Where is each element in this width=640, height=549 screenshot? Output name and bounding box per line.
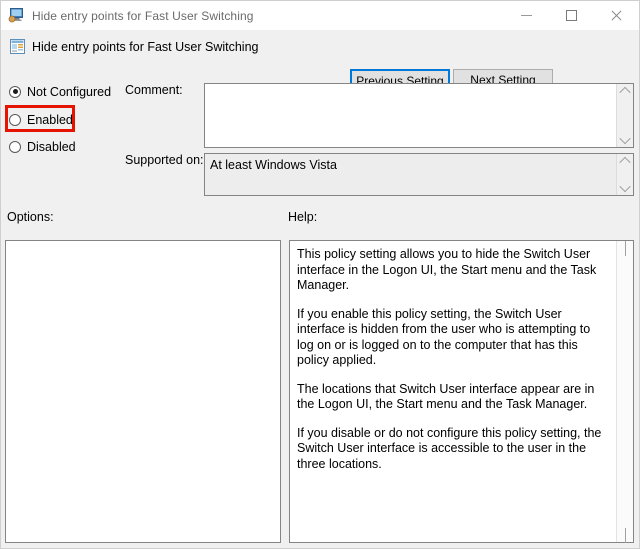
radio-disabled[interactable]: Disabled — [9, 138, 76, 155]
scroll-up-icon[interactable] — [617, 84, 633, 98]
radio-not-configured-label: Not Configured — [27, 85, 111, 99]
window-title: Hide entry points for Fast User Switchin… — [32, 9, 254, 23]
group-policy-setting-icon — [9, 38, 26, 55]
help-panel-text: This policy setting allows you to hide t… — [290, 241, 616, 542]
supported-on-value: At least Windows Vista — [205, 154, 616, 195]
maximize-icon — [566, 10, 577, 21]
scroll-up-icon[interactable] — [625, 241, 626, 255]
radio-enabled[interactable]: Enabled — [9, 111, 73, 128]
radio-not-configured[interactable]: Not Configured — [9, 83, 111, 100]
comment-scrollbar[interactable] — [616, 84, 633, 147]
scroll-down-icon[interactable] — [625, 528, 626, 542]
close-button[interactable] — [594, 1, 639, 30]
scroll-down-icon[interactable] — [617, 181, 633, 195]
close-icon — [611, 10, 622, 21]
supported-on-scrollbar[interactable] — [616, 154, 633, 195]
help-panel-scrollbar[interactable] — [616, 241, 633, 542]
policy-title: Hide entry points for Fast User Switchin… — [32, 40, 258, 54]
comment-label: Comment: — [125, 83, 183, 97]
group-policy-setting-window: Hide entry points for Fast User Switchin… — [0, 0, 640, 549]
options-label: Options: — [7, 210, 54, 224]
supported-on-label: Supported on: — [125, 153, 204, 167]
help-paragraph: If you enable this policy setting, the S… — [297, 307, 608, 369]
minimize-icon — [521, 10, 532, 21]
computer-monitor-icon — [8, 7, 25, 24]
radio-disabled-label: Disabled — [27, 140, 76, 154]
help-label: Help: — [288, 210, 317, 224]
help-panel: This policy setting allows you to hide t… — [289, 240, 634, 543]
help-paragraph: This policy setting allows you to hide t… — [297, 247, 608, 294]
radio-disabled-indicator[interactable] — [9, 141, 21, 153]
radio-enabled-label: Enabled — [27, 113, 73, 127]
maximize-button[interactable] — [549, 1, 594, 30]
supported-on-field: At least Windows Vista — [204, 153, 634, 196]
help-paragraph: If you disable or do not configure this … — [297, 426, 608, 473]
options-panel-content — [6, 241, 280, 542]
radio-enabled-indicator[interactable] — [9, 114, 21, 126]
title-bar: Hide entry points for Fast User Switchin… — [1, 1, 639, 30]
scroll-up-icon[interactable] — [617, 154, 633, 168]
scroll-down-icon[interactable] — [617, 133, 633, 147]
help-paragraph: The locations that Switch User interface… — [297, 382, 608, 413]
policy-header: Hide entry points for Fast User Switchin… — [1, 30, 639, 72]
minimize-button[interactable] — [504, 1, 549, 30]
options-panel[interactable] — [5, 240, 281, 543]
comment-input[interactable] — [205, 84, 616, 147]
window-controls — [504, 1, 639, 30]
comment-field[interactable] — [204, 83, 634, 148]
radio-not-configured-indicator[interactable] — [9, 86, 21, 98]
